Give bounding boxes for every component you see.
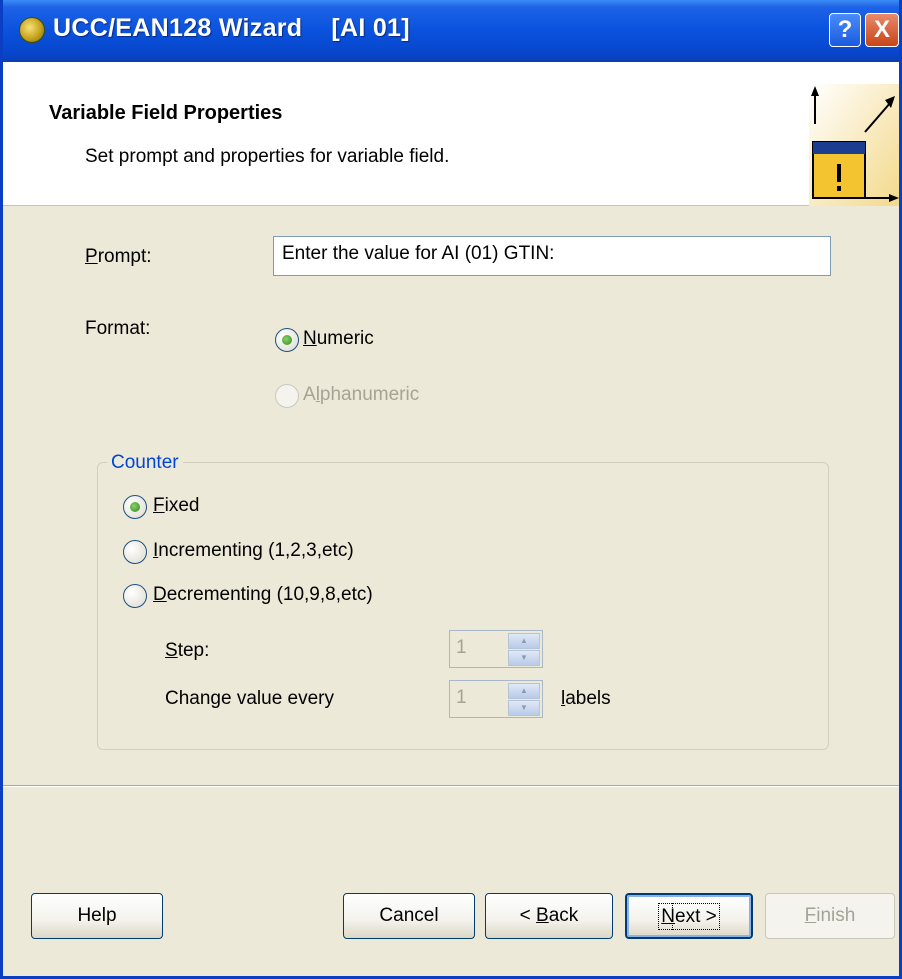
back-button[interactable]: < Back <box>485 893 613 939</box>
close-button[interactable]: X <box>865 13 899 47</box>
decrementing-radio[interactable] <box>123 584 147 608</box>
page-title: Variable Field Properties <box>49 102 283 124</box>
change-every-label: Change value every <box>165 688 334 709</box>
step-down-arrow-icon[interactable]: ▼ <box>508 650 540 666</box>
app-icon <box>19 17 45 43</box>
title-bar[interactable]: UCC/EAN128 Wizard [AI 01] ? X <box>3 0 899 62</box>
help-button[interactable]: Help <box>31 893 163 939</box>
counter-group-title: Counter <box>107 452 183 474</box>
change-every-spinner[interactable]: 1 ▲ ▼ <box>449 680 543 718</box>
prompt-input[interactable]: Enter the value for AI (01) GTIN: <box>273 236 831 276</box>
step-label: Step: <box>165 640 210 661</box>
incrementing-label[interactable]: Incrementing (1,2,3,etc) <box>153 540 354 562</box>
finish-button: Finish <box>765 893 895 939</box>
change-down-arrow-icon[interactable]: ▼ <box>508 700 540 716</box>
step-spinner[interactable]: 1 ▲ ▼ <box>449 630 543 668</box>
incrementing-radio[interactable] <box>123 540 147 564</box>
page-subtitle: Set prompt and properties for variable f… <box>85 146 450 167</box>
prompt-label: Prompt: <box>85 246 152 267</box>
labels-suffix: labels <box>561 688 611 709</box>
help-title-button[interactable]: ? <box>829 13 861 47</box>
footer-separator <box>3 785 899 787</box>
change-up-arrow-icon[interactable]: ▲ <box>508 683 540 699</box>
decrementing-label[interactable]: Decrementing (10,9,8,etc) <box>153 584 373 606</box>
cancel-button[interactable]: Cancel <box>343 893 475 939</box>
fixed-label[interactable]: Fixed <box>153 495 199 517</box>
alphanumeric-label: Alphanumeric <box>303 384 420 405</box>
wizard-header: Variable Field Properties Set prompt and… <box>3 62 899 206</box>
step-value: 1 <box>456 637 467 658</box>
alphanumeric-radio <box>275 384 299 408</box>
numeric-radio[interactable] <box>275 328 299 352</box>
window-title: UCC/EAN128 Wizard [AI 01] <box>53 14 410 42</box>
step-up-arrow-icon[interactable]: ▲ <box>508 633 540 649</box>
fixed-radio[interactable] <box>123 495 147 519</box>
wizard-window: UCC/EAN128 Wizard [AI 01] ? X Variable F… <box>0 0 902 979</box>
next-button[interactable]: Next > <box>625 893 753 939</box>
numeric-label[interactable]: Numeric <box>303 328 374 350</box>
wizard-warning-icon <box>809 84 899 206</box>
format-label: Format: <box>85 318 151 339</box>
change-every-value: 1 <box>456 687 467 708</box>
